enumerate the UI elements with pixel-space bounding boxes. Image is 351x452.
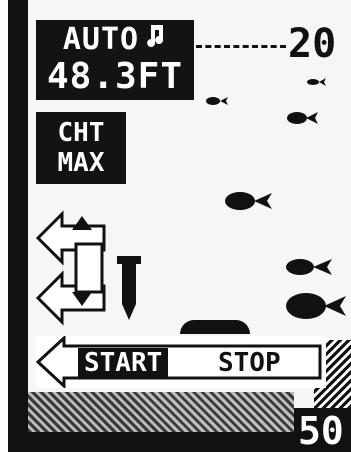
range-top-label: 20 <box>288 21 337 67</box>
triangle-up-icon[interactable] <box>70 214 94 232</box>
range-bottom-label: 50 <box>294 408 351 452</box>
fish-icon <box>206 97 228 105</box>
frame-left <box>8 0 28 452</box>
fish-icon <box>286 293 346 319</box>
mode-label: AUTO <box>62 22 140 57</box>
music-note-icon <box>145 23 167 57</box>
sonar-screen: AUTO 48.3FT 20 CHT MAX START STOP 50 <box>0 0 351 452</box>
fish-icon <box>287 112 318 124</box>
chart-speed-label: MAX <box>57 148 105 178</box>
fish-icon <box>286 259 332 275</box>
fish-icon <box>307 78 326 86</box>
depth-cursor-line <box>196 45 286 48</box>
depth-value: 48.3FT <box>46 56 184 97</box>
depth-readout: AUTO 48.3FT <box>36 20 194 100</box>
chart-label: CHT <box>57 118 105 148</box>
start-button[interactable]: START <box>78 348 169 378</box>
transducer-icon <box>117 256 141 320</box>
bottom-return <box>28 392 294 432</box>
bottom-structure <box>180 320 250 334</box>
fish-icon <box>225 192 272 210</box>
triangle-down-icon[interactable] <box>70 290 94 308</box>
chart-speed-box[interactable]: CHT MAX <box>36 112 126 184</box>
stop-button[interactable]: STOP <box>214 348 285 378</box>
